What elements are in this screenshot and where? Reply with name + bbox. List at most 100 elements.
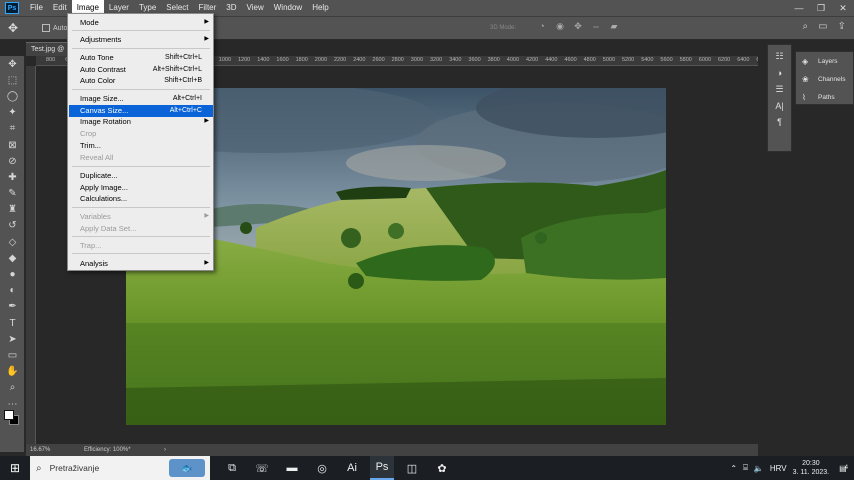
- submenu-arrow-icon: ▶: [204, 118, 209, 124]
- pan-icon[interactable]: ✥: [571, 21, 585, 32]
- workspace-icon[interactable]: ▭: [818, 21, 827, 32]
- taskbar-search[interactable]: ⌕ Pretraživanje 🐟: [30, 456, 210, 480]
- app-icon[interactable]: ✿: [430, 456, 454, 480]
- menu-view[interactable]: View: [242, 0, 269, 16]
- chevron-up-icon[interactable]: ⌃: [730, 464, 737, 473]
- ruler-tick-label: 2400: [353, 57, 366, 63]
- minimize-icon[interactable]: —: [788, 0, 810, 16]
- move-tool-icon[interactable]: ✥: [0, 21, 26, 35]
- menu-item-crop: Crop: [69, 128, 213, 140]
- status-bar: 16.67% Efficiency: 100%* ›: [26, 444, 758, 456]
- menu-item-canvas-size[interactable]: Canvas Size... Alt+Ctrl+C: [69, 105, 213, 117]
- menu-separator: [72, 48, 210, 49]
- viber-icon[interactable]: ☏: [250, 456, 274, 480]
- menu-item-apply-image[interactable]: Apply Image...: [69, 182, 213, 194]
- panel-tab-paths[interactable]: ⌇ Paths: [796, 88, 853, 106]
- zoom-level[interactable]: 16.67%: [30, 444, 50, 456]
- panel-tab-layers[interactable]: ◈ Layers: [796, 52, 853, 70]
- panel-label: Channels: [818, 75, 846, 83]
- menu-item-label: Trim...: [80, 141, 101, 150]
- close-icon[interactable]: ✕: [832, 0, 854, 16]
- photoshop-icon[interactable]: Ps: [370, 456, 394, 480]
- roll-icon[interactable]: ◉: [553, 21, 567, 32]
- file-explorer-icon[interactable]: ▬: [280, 456, 304, 480]
- history-icon[interactable]: ☷: [768, 51, 791, 62]
- menu-window[interactable]: Window: [269, 0, 307, 16]
- panel-label: Paths: [818, 93, 835, 101]
- marquee-tool-icon[interactable]: ⬚: [0, 72, 25, 88]
- search-placeholder: Pretraživanje: [49, 463, 100, 473]
- brush-tool-icon[interactable]: ✎: [0, 186, 25, 202]
- chrome-icon[interactable]: ◎: [310, 456, 334, 480]
- efficiency-readout: Efficiency: 100%*: [84, 447, 131, 453]
- frame-tool-icon[interactable]: ⊠: [0, 137, 25, 153]
- ruler-tick-label: 5600: [660, 57, 673, 63]
- menu-item-reveal-all: Reveal All: [69, 152, 213, 164]
- search-highlight-image[interactable]: 🐟: [169, 459, 205, 477]
- eraser-icon[interactable]: ◇: [0, 234, 25, 250]
- photoshop-logo: Ps: [5, 2, 19, 14]
- menu-item-trim[interactable]: Trim...: [69, 140, 213, 152]
- volume-icon[interactable]: 🔈: [754, 464, 764, 473]
- illustrator-icon[interactable]: Ai: [340, 456, 364, 480]
- orbit-icon[interactable]: ◔: [535, 21, 549, 32]
- clock-date: 3. 11. 2023.: [792, 469, 830, 476]
- language-indicator[interactable]: HRV: [770, 464, 787, 473]
- auto-select-checkbox[interactable]: [42, 24, 50, 32]
- menu-item-auto-contrast[interactable]: Auto Contrast Alt+Shift+Ctrl+L: [69, 64, 213, 76]
- menu-item-mode[interactable]: Mode ▶: [69, 17, 213, 29]
- pen-tool-icon[interactable]: ✒: [0, 299, 25, 315]
- menu-item-analysis[interactable]: Analysis ▶: [69, 258, 213, 270]
- menu-help[interactable]: Help: [307, 0, 333, 16]
- search-icon[interactable]: ⌕: [803, 21, 809, 32]
- windows-start-icon[interactable]: ⊞: [0, 461, 30, 475]
- menu-item-auto-color[interactable]: Auto Color Shift+Ctrl+B: [69, 75, 213, 87]
- panel-tab-channels[interactable]: ❀ Channels: [796, 70, 853, 88]
- zoom-tool-icon[interactable]: ⌕: [0, 380, 25, 396]
- dodge-tool-icon[interactable]: ◐: [0, 283, 25, 299]
- ruler-tick-label: 5200: [622, 57, 635, 63]
- path-selection-icon[interactable]: ➤: [0, 331, 25, 347]
- menu-item-image-rotation[interactable]: Image Rotation ▶: [69, 116, 213, 128]
- paint-bucket-icon[interactable]: ◆: [0, 250, 25, 266]
- network-icon[interactable]: ⌸: [743, 463, 748, 473]
- menu-separator: [72, 166, 210, 167]
- history-brush-icon[interactable]: ↺: [0, 218, 25, 234]
- menu-item-duplicate[interactable]: Duplicate...: [69, 170, 213, 182]
- type-tool-icon[interactable]: T: [0, 315, 25, 331]
- adjustments-icon[interactable]: ◑: [768, 68, 791, 78]
- paragraph-icon[interactable]: ¶: [768, 117, 791, 127]
- camera-icon[interactable]: ▰: [607, 21, 621, 32]
- menu-item-calculations[interactable]: Calculations...: [69, 193, 213, 205]
- blur-tool-icon[interactable]: ●: [0, 266, 25, 282]
- crop-tool-icon[interactable]: ⌗: [0, 121, 25, 137]
- notepad-icon[interactable]: ◫: [400, 456, 424, 480]
- properties-icon[interactable]: ☰: [768, 84, 791, 95]
- share-icon[interactable]: ⇪: [838, 21, 846, 32]
- menu-file[interactable]: File: [25, 0, 48, 16]
- clock[interactable]: 20:30 3. 11. 2023.: [793, 459, 829, 477]
- chevron-right-icon[interactable]: ›: [164, 444, 166, 456]
- foreground-color-swatch[interactable]: [4, 410, 14, 420]
- menu-item-adjustments[interactable]: Adjustments ▶: [69, 34, 213, 46]
- healing-brush-icon[interactable]: ✚: [0, 169, 25, 185]
- menu-separator: [72, 30, 210, 31]
- hand-tool-icon[interactable]: ✋: [0, 364, 25, 380]
- taskbar-apps: ⧉ ☏ ▬ ◎ Ai Ps ◫ ✿: [220, 456, 454, 480]
- lasso-tool-icon[interactable]: ◯: [0, 88, 25, 104]
- shape-tool-icon[interactable]: ▭: [0, 347, 25, 363]
- character-icon[interactable]: A|: [768, 101, 791, 111]
- move-tool-icon[interactable]: ✥: [0, 56, 25, 72]
- magic-wand-icon[interactable]: ✦: [0, 105, 25, 121]
- menu-item-image-size[interactable]: Image Size... Alt+Ctrl+I: [69, 93, 213, 105]
- menu-3d[interactable]: 3D: [221, 0, 241, 16]
- ruler-tick-label: 3200: [430, 57, 443, 63]
- menu-item-auto-tone[interactable]: Auto Tone Shift+Ctrl+L: [69, 52, 213, 64]
- eyedropper-icon[interactable]: ⊘: [0, 153, 25, 169]
- submenu-arrow-icon: ▶: [204, 213, 209, 219]
- slide-icon[interactable]: ⇔: [589, 21, 603, 32]
- task-view-icon[interactable]: ⧉: [220, 456, 244, 480]
- ruler-tick-label: 800: [46, 57, 56, 63]
- clone-stamp-icon[interactable]: ♜: [0, 202, 25, 218]
- maximize-icon[interactable]: ❐: [810, 0, 832, 16]
